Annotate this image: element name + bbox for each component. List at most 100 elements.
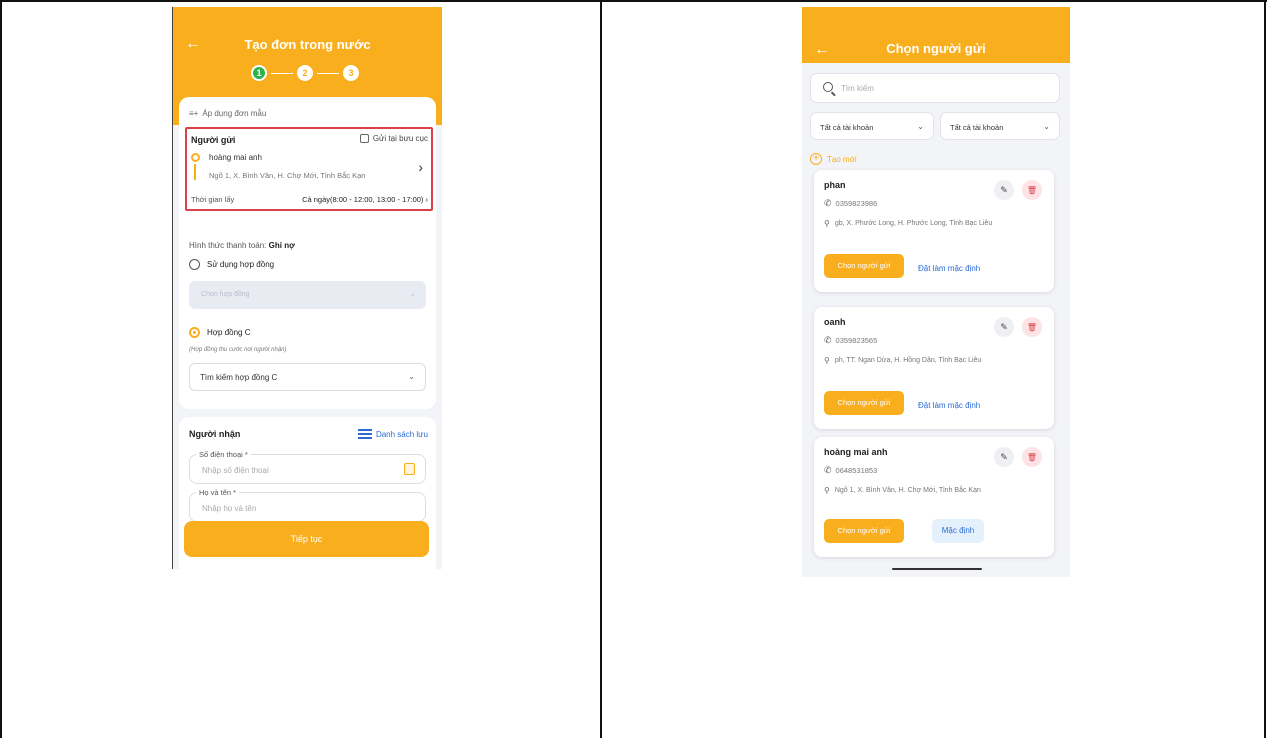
chevron-down-icon: ⌄ (408, 372, 415, 381)
sender-phone: ✆ 0359823565 (824, 335, 877, 346)
default-badge: Mặc định (932, 519, 984, 543)
phone-icon: ✆ (824, 335, 832, 345)
sender-card: oanh ✆ 0359823565 ⚲ ph, TT. Ngan Dừa, H.… (814, 307, 1054, 429)
phone-icon: ✆ (824, 198, 832, 208)
sender-name: hoàng mai anh (824, 447, 888, 457)
saved-list-label: Danh sách lưu (375, 430, 428, 439)
contract-c-search[interactable]: Tìm kiếm hợp đồng C ⌄ (189, 363, 426, 391)
sender-address-value: ph, TT. Ngan Dừa, H. Hồng Dân, Tỉnh Bạc … (834, 357, 982, 364)
payment-method: Hình thức thanh toán: Ghi nợ (189, 241, 295, 250)
phone-field[interactable]: Số điện thoại * Nhập số điện thoại (189, 450, 426, 484)
sender-card: hoàng mai anh ✆ 0648531853 ⚲ Ngõ 1, X. B… (814, 437, 1054, 557)
sender-address-value: gb, X. Phước Long, H. Phước Long, Tỉnh B… (834, 220, 993, 227)
list-icon (357, 429, 372, 440)
frame-right-border (1264, 0, 1266, 738)
chevron-down-icon: ⌄ (409, 289, 416, 298)
pickup-time-value[interactable]: Cả ngày(8:00 - 12:00, 13:00 - 17:00) › (302, 195, 428, 204)
sender-phone: ✆ 0359823986 (824, 198, 877, 209)
template-icon: ≡+ (189, 109, 199, 118)
post-office-label: Gửi tại bưu cục (372, 134, 428, 143)
apply-template-link[interactable]: ≡+ Áp dụng đơn mẫu (189, 109, 266, 118)
sender-address: Ngõ 1, X. Bình Văn, H. Chợ Mới, Tỉnh Bắc… (209, 171, 366, 180)
phone-field-placeholder: Nhập số điện thoại (202, 466, 269, 475)
create-new-button[interactable]: + Tạo mới (810, 153, 857, 165)
sender-dot-icon (191, 153, 200, 162)
name-field[interactable]: Họ và tên * Nhập họ và tên (189, 488, 426, 522)
account-filter-2[interactable]: Tất cả tài khoản ⌄ (940, 112, 1060, 140)
order-card: ≡+ Áp dụng đơn mẫu Người gửi Gửi tại bưu… (179, 97, 436, 409)
choose-sender-screen: ← Chọn người gửi Tìm kiếm Tất cả tài kho… (802, 7, 1070, 577)
contract-select[interactable]: Chọn hợp đồng ⌄ (189, 281, 426, 309)
create-new-label: Tạo mới (827, 154, 857, 164)
delete-icon[interactable]: 🗑 (1022, 447, 1042, 467)
sender-phone: ✆ 0648531853 (824, 465, 877, 476)
sender-name: phan (824, 180, 846, 190)
frame-middle-divider (600, 0, 602, 738)
sender-section: Người gửi Gửi tại bưu cục hoàng mai anh … (185, 127, 433, 211)
choose-sender-button[interactable]: Chọn người gửi (824, 254, 904, 278)
sender-phone-value: 0359823565 (835, 336, 878, 345)
account-filter-1-label: Tất cả tài khoản (820, 123, 874, 132)
option-contract-c[interactable]: Hợp đồng C (189, 327, 251, 338)
frame-left-border (0, 0, 2, 738)
search-input[interactable]: Tìm kiếm (810, 73, 1060, 103)
contract-select-placeholder: Chọn hợp đồng (201, 291, 250, 298)
step-1: 1 (251, 65, 267, 81)
option-use-contract[interactable]: Sử dụng hợp đồng (189, 259, 274, 270)
chevron-down-icon: ⌄ (917, 122, 924, 131)
edit-icon[interactable]: ✎ (994, 447, 1014, 467)
contract-c-note: (Hợp đồng thu cước nơi người nhận) (189, 347, 287, 353)
phone-icon: ✆ (824, 465, 832, 475)
phone-field-label: Số điện thoại * (196, 450, 251, 459)
plus-circle-icon: + (810, 153, 822, 165)
name-field-label: Họ và tên * (196, 488, 240, 497)
sender-name[interactable]: hoàng mai anh (209, 153, 262, 162)
choose-sender-button[interactable]: Chọn người gửi (824, 391, 904, 415)
sender-name: oanh (824, 317, 846, 327)
radio-icon (189, 259, 200, 270)
step-indicator: 1 2 3 (251, 65, 359, 81)
header: ← Chọn người gửi (802, 7, 1070, 63)
contact-book-icon[interactable] (404, 463, 415, 475)
payment-value: Ghi nợ (268, 241, 295, 250)
step-2: 2 (297, 65, 313, 81)
page-title: Chọn người gửi (886, 41, 986, 56)
set-default-button[interactable]: Đặt làm mặc định (918, 264, 980, 273)
sender-address: ⚲ gb, X. Phước Long, H. Phước Long, Tỉnh… (824, 218, 1024, 230)
contract-c-search-label: Tìm kiếm hợp đồng C (200, 373, 278, 382)
step-3: 3 (343, 65, 359, 81)
option-contract-c-label: Hợp đồng C (207, 328, 251, 337)
search-icon (823, 82, 833, 92)
sender-line (194, 164, 196, 180)
delete-icon[interactable]: 🗑 (1022, 317, 1042, 337)
checkbox-icon (359, 134, 369, 143)
sender-phone-value: 0648531853 (835, 466, 878, 475)
sender-address-value: Ngõ 1, X. Bình Văn, H. Chợ Mới, Tỉnh Bắc… (834, 487, 981, 494)
radio-selected-icon (189, 327, 200, 338)
account-filter-1[interactable]: Tất cả tài khoản ⌄ (810, 112, 934, 140)
sender-address: ⚲ ph, TT. Ngan Dừa, H. Hồng Dân, Tỉnh Bạ… (824, 355, 1024, 367)
edit-icon[interactable]: ✎ (994, 317, 1014, 337)
post-office-checkbox[interactable]: Gửi tại bưu cục (359, 134, 428, 143)
sender-address: ⚲ Ngõ 1, X. Bình Văn, H. Chợ Mới, Tỉnh B… (824, 485, 1024, 497)
account-filter-2-label: Tất cả tài khoản (950, 123, 1004, 132)
search-placeholder: Tìm kiếm (841, 84, 874, 93)
frame-top-border (0, 0, 1267, 2)
sender-card: phan ✆ 0359823986 ⚲ gb, X. Phước Long, H… (814, 170, 1054, 292)
receiver-label: Người nhận (189, 429, 241, 439)
edit-icon[interactable]: ✎ (994, 180, 1014, 200)
location-pin-icon: ⚲ (824, 486, 830, 495)
chevron-down-icon: ⌄ (1043, 122, 1050, 131)
saved-list-button[interactable]: Danh sách lưu (357, 429, 428, 440)
payment-label: Hình thức thanh toán: (189, 241, 267, 250)
page-title: Tạo đơn trong nước (244, 37, 371, 52)
option-use-contract-label: Sử dụng hợp đồng (207, 260, 275, 269)
continue-button[interactable]: Tiếp tục (184, 521, 429, 557)
chevron-right-icon[interactable]: › (418, 159, 423, 175)
location-pin-icon: ⚲ (824, 356, 830, 365)
delete-icon[interactable]: 🗑 (1022, 180, 1042, 200)
home-indicator (892, 568, 982, 570)
sender-phone-value: 0359823986 (835, 199, 878, 208)
set-default-button[interactable]: Đặt làm mặc định (918, 401, 980, 410)
choose-sender-button[interactable]: Chọn người gửi (824, 519, 904, 543)
